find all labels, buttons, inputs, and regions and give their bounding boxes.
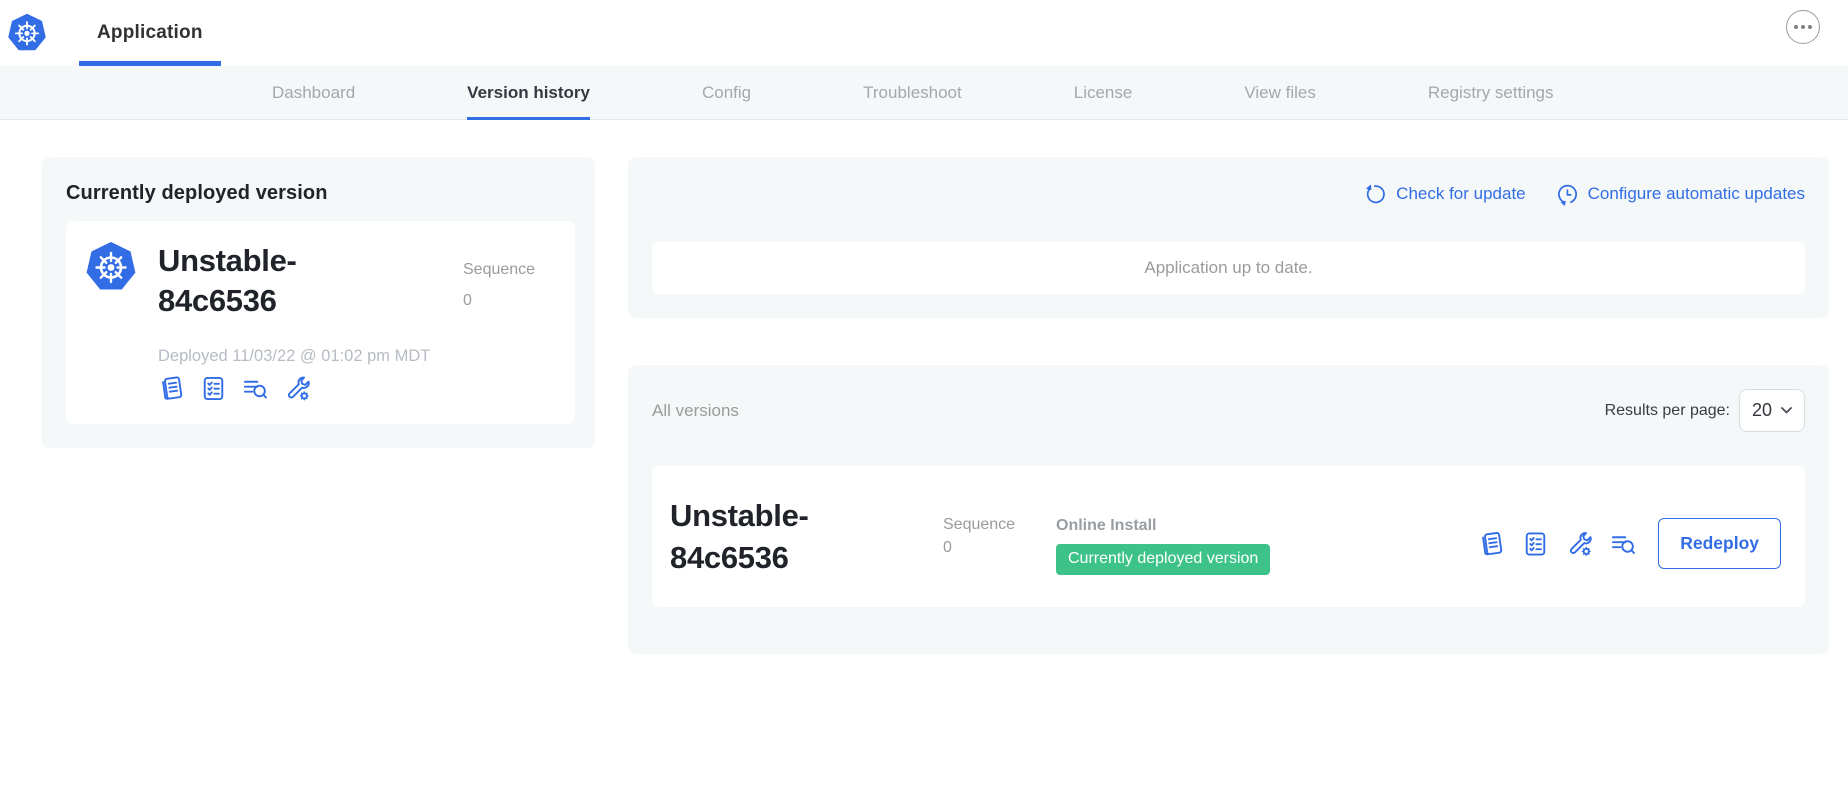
deploy-logs-icon[interactable] (1610, 530, 1637, 557)
tab-license[interactable]: License (1074, 66, 1133, 119)
app-title: Application (97, 22, 203, 44)
deploy-logs-icon[interactable] (242, 375, 269, 402)
all-versions-title: All versions (652, 401, 739, 421)
check-for-update-button[interactable]: Check for update (1364, 183, 1525, 206)
preflight-checks-icon[interactable] (1522, 530, 1549, 557)
edit-config-icon[interactable] (1566, 530, 1593, 557)
currently-deployed-panel: Currently deployed version Unstable-84c6… (42, 157, 595, 448)
sequence-label: Sequence (463, 261, 555, 279)
results-per-page-label: Results per page: (1605, 402, 1730, 420)
kubernetes-icon (85, 241, 137, 293)
tab-view-files[interactable]: View files (1244, 66, 1316, 119)
deployed-version-title: Unstable-84c6536 (158, 241, 353, 321)
install-type: Online Install (1056, 517, 1270, 535)
chevron-down-icon (1781, 407, 1792, 414)
sequence-value: 0 (943, 539, 1028, 557)
configure-automatic-updates-button[interactable]: Configure automatic updates (1556, 183, 1805, 206)
edit-config-icon[interactable] (284, 375, 311, 402)
scheduled-update-icon (1556, 183, 1579, 206)
check-for-update-label: Check for update (1396, 184, 1525, 204)
version-row: Unstable-84c6536 Sequence 0 Online Insta… (652, 466, 1805, 607)
app-header: Application (0, 0, 1848, 66)
release-notes-icon[interactable] (1478, 530, 1505, 557)
all-versions-panel: All versions Results per page: 20 Unstab… (628, 365, 1829, 654)
currently-deployed-title: Currently deployed version (66, 182, 575, 205)
tab-dashboard[interactable]: Dashboard (272, 66, 355, 119)
configure-automatic-updates-label: Configure automatic updates (1588, 184, 1805, 204)
tab-registry-settings[interactable]: Registry settings (1428, 66, 1554, 119)
tab-troubleshoot[interactable]: Troubleshoot (863, 66, 962, 119)
status-badge: Currently deployed version (1056, 544, 1270, 575)
tab-version-history[interactable]: Version history (467, 66, 590, 119)
deployed-version-card: Unstable-84c6536 Sequence 0 Deployed 11/… (66, 221, 575, 424)
preflight-checks-icon[interactable] (200, 375, 227, 402)
update-status-message: Application up to date. (652, 242, 1805, 294)
app-tab[interactable]: Application (79, 0, 221, 66)
sequence-value: 0 (463, 292, 555, 310)
results-per-page-select[interactable]: 20 (1739, 389, 1805, 432)
sequence-label: Sequence (943, 516, 1028, 534)
nav-tabs: Dashboard Version history Config Trouble… (0, 66, 1848, 120)
ellipsis-icon[interactable] (1786, 10, 1820, 44)
results-per-page-value: 20 (1752, 400, 1772, 421)
version-title: Unstable-84c6536 (670, 495, 885, 579)
release-notes-icon[interactable] (158, 375, 185, 402)
redeploy-button[interactable]: Redeploy (1658, 518, 1781, 569)
refresh-icon (1364, 183, 1387, 206)
updates-panel: Check for update Configure automatic upd… (628, 157, 1829, 318)
tab-config[interactable]: Config (702, 66, 751, 119)
kubernetes-icon (7, 13, 47, 53)
deployed-timestamp: Deployed 11/03/22 @ 01:02 pm MDT (158, 347, 555, 366)
